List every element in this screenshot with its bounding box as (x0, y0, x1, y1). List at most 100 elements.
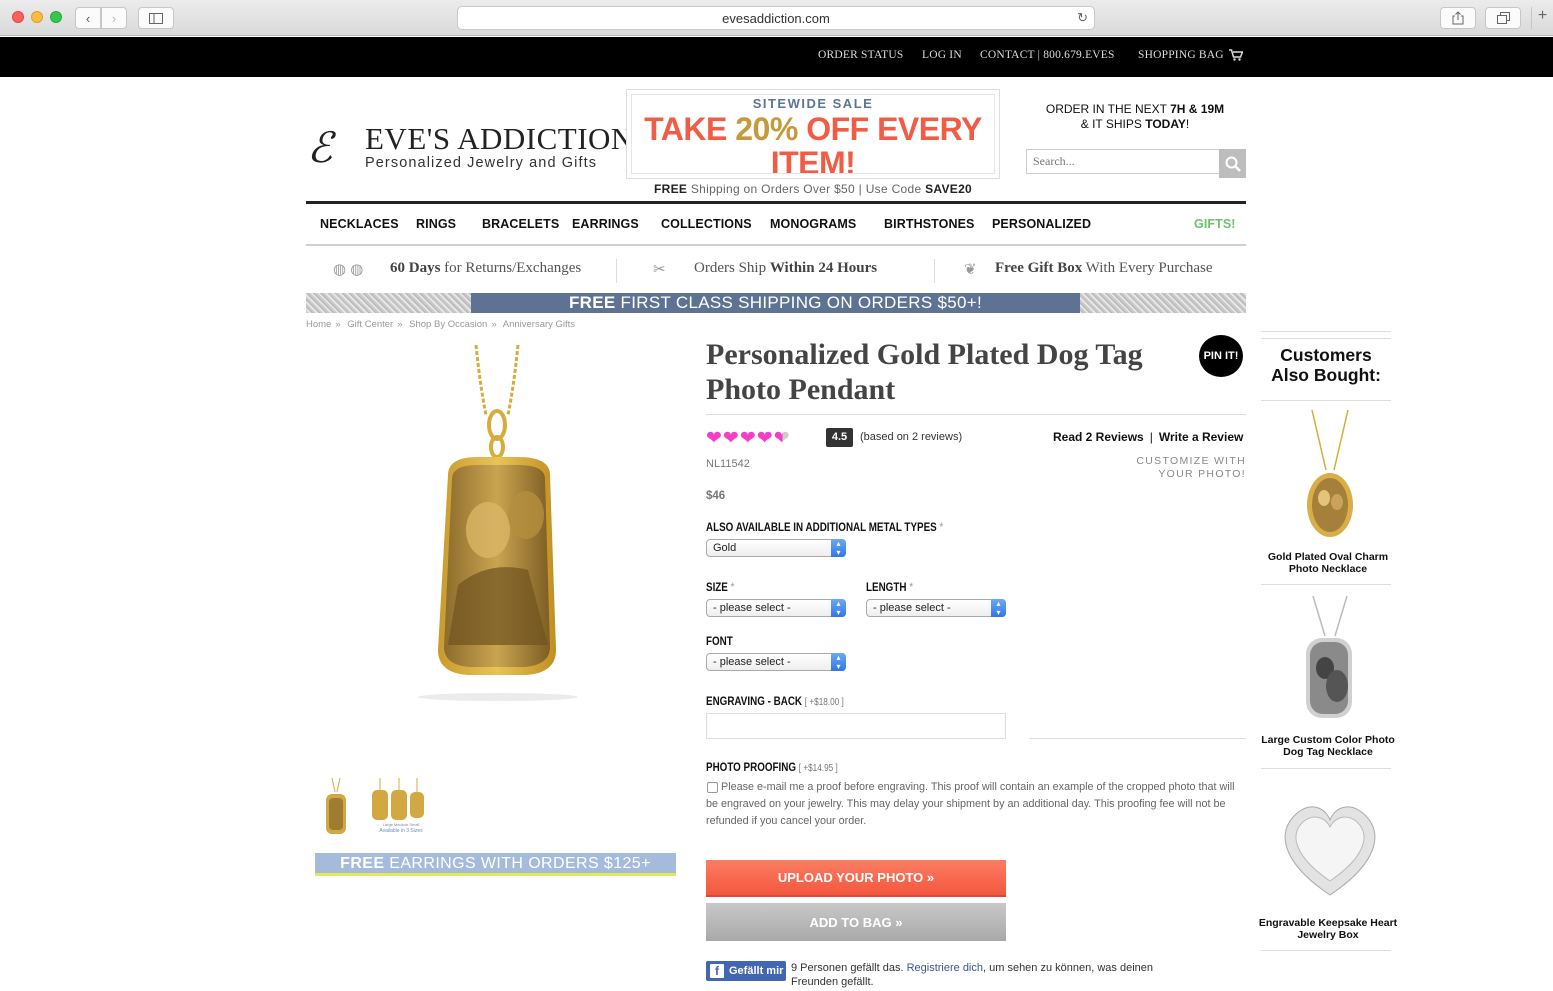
facebook-register-link[interactable]: Registriere dich (907, 962, 983, 974)
size-select[interactable]: - please select - ▴ ▾ (706, 599, 846, 617)
sidebar-item-name[interactable]: Engravable Keepsake Heart Jewelry Box (1258, 917, 1398, 941)
rating-value: 4.5 (826, 428, 853, 447)
contact-link[interactable]: CONTACT | 800.679.EVES (980, 49, 1115, 61)
free-earrings-banner[interactable]: FREE EARRINGS WITH ORDERS $125+ (315, 853, 676, 876)
tabs-overview-button[interactable] (1485, 7, 1521, 29)
facebook-like-text: 9 Personen gefällt das. Registriere dich… (791, 962, 1154, 988)
product-title: Personalized Gold Plated Dog Tag Photo P… (706, 338, 1143, 406)
engraving-label: ENGRAVING - BACK [ +$18.00 ] (706, 694, 844, 708)
order-status-link[interactable]: ORDER STATUS (818, 49, 904, 61)
metal-type-select[interactable]: Gold ▴ ▾ (706, 539, 846, 557)
close-window-button[interactable] (12, 11, 24, 23)
select-arrows-icon: ▴ ▾ (831, 539, 846, 557)
upload-photo-button[interactable]: UPLOAD YOUR PHOTO » (706, 860, 1006, 897)
heart-icon: ❤ (722, 428, 740, 449)
cart-icon[interactable] (1229, 49, 1243, 61)
length-select[interactable]: - please select - ▴ ▾ (866, 599, 1006, 617)
add-to-bag-button[interactable]: ADD TO BAG » (706, 903, 1006, 941)
engraving-back-input[interactable] (706, 713, 1006, 739)
nav-birthstones[interactable]: BIRTHSTONES (884, 217, 974, 231)
nav-monograms[interactable]: MONOGRAMS (770, 217, 856, 231)
reload-icon[interactable]: ↻ (1077, 10, 1088, 26)
metal-type-label: ALSO AVAILABLE IN ADDITIONAL METAL TYPES… (706, 520, 944, 534)
sidebar-item-image[interactable] (1295, 596, 1365, 721)
share-icon (1452, 11, 1464, 25)
breadcrumb-gift-center[interactable]: Gift Center (347, 319, 393, 330)
tabs-icon (1496, 12, 1510, 24)
pin-it-button[interactable]: PIN IT! (1199, 335, 1243, 377)
breadcrumb-anniversary-gifts[interactable]: Anniversary Gifts (503, 319, 575, 330)
nav-bracelets[interactable]: BRACELETS (482, 217, 559, 231)
free-shipping-banner[interactable]: FREE FIRST CLASS SHIPPING ON ORDERS $50+… (306, 293, 1246, 313)
forward-button[interactable]: › (101, 7, 127, 29)
heart-icon: ❤ (739, 428, 757, 449)
customers-also-bought-title: Customers Also Bought: (1271, 345, 1381, 385)
zoom-window-button[interactable] (50, 11, 62, 23)
customize-notice: CUSTOMIZE WITH YOUR PHOTO! (1136, 455, 1246, 480)
search-input[interactable]: Search... (1026, 149, 1220, 174)
share-button[interactable] (1440, 7, 1476, 29)
browser-toolbar: ‹ › evesaddiction.com ↻ + (0, 0, 1553, 36)
facebook-icon: f (710, 964, 724, 978)
shopping-bag-link[interactable]: SHOPPING BAG (1138, 49, 1224, 61)
sidebar-item-image[interactable] (1275, 795, 1385, 905)
review-links: Read 2 Reviews | Write a Review (1053, 430, 1244, 444)
sidebar-icon (149, 12, 163, 24)
address-bar[interactable]: evesaddiction.com ↻ (457, 6, 1095, 30)
sidebar-toggle-button[interactable] (138, 7, 174, 29)
thumbnail-sizes-caption: Large Medium Small (382, 822, 420, 827)
site-logo[interactable]: ℰ EVE'S ADDICTION Personalized Jewelry a… (307, 121, 633, 179)
back-button[interactable]: ‹ (75, 7, 101, 29)
sidebar-item-image[interactable] (1290, 410, 1370, 540)
heart-icon: ❤ (706, 428, 723, 449)
photo-proofing-text: Please e-mail me a proof before engravin… (706, 781, 1235, 827)
minimize-window-button[interactable] (31, 11, 43, 23)
log-in-link[interactable]: LOG IN (922, 49, 962, 61)
breadcrumb-shop-by-occasion[interactable]: Shop By Occasion (409, 319, 487, 330)
facebook-like-button[interactable]: f Gefällt mir (706, 961, 786, 981)
chevron-right-icon: › (111, 10, 117, 26)
heart-icon: ❤ (756, 428, 774, 449)
nav-collections[interactable]: COLLECTIONS (661, 217, 752, 231)
url-text: evesaddiction.com (722, 10, 830, 26)
write-review-link[interactable]: Write a Review (1159, 430, 1243, 444)
chevron-left-icon: ‹ (85, 10, 91, 26)
promo-subtext: FREE Shipping on Orders Over $50 | Use C… (653, 182, 973, 196)
half-heart-icon: ❤ (773, 428, 791, 449)
reviews-basis: (based on 2 reviews) (860, 431, 963, 443)
nav-earrings[interactable]: EARRINGS (572, 217, 639, 231)
read-reviews-link[interactable]: Read 2 Reviews (1053, 430, 1144, 444)
sidebar-item-name[interactable]: Gold Plated Oval Charm Photo Necklace (1258, 551, 1398, 575)
utility-bar: ORDER STATUS LOG IN CONTACT | 800.679.EV… (0, 37, 1553, 77)
product-price: $46 (706, 490, 726, 502)
diamonds-icon: ◍ ◍ (333, 261, 364, 278)
perks-bar: ◍ ◍ 60 Days for Returns/Exchanges ✂ Orde… (306, 251, 1246, 289)
perk-shipping[interactable]: Orders Ship Within 24 Hours (694, 260, 877, 277)
nav-rings[interactable]: RINGS (416, 217, 456, 231)
font-select[interactable]: - please select - ▴ ▾ (706, 653, 846, 671)
logo-monogram-icon: ℰ (307, 126, 333, 172)
ribbon-icon: ✂ (653, 261, 666, 278)
new-tab-button[interactable]: + (1531, 7, 1553, 29)
rating-hearts-icon: ❤❤❤❤❤ (706, 427, 791, 450)
sitewide-sale-banner[interactable]: SITEWIDE SALE TAKE 20% OFF EVERY ITEM! F… (626, 89, 1000, 196)
product-thumbnail-1[interactable] (322, 778, 350, 838)
select-arrows-icon: ▴ ▾ (831, 599, 846, 617)
product-sku: NL11542 (706, 458, 750, 470)
perk-gift-box[interactable]: Free Gift Box With Every Purchase (995, 260, 1213, 277)
breadcrumb: Home» Gift Center» Shop By Occasion» Ann… (306, 319, 576, 330)
logo-tagline: Personalized Jewelry and Gifts (365, 155, 598, 171)
breadcrumb-home[interactable]: Home (306, 319, 331, 330)
product-main-image[interactable] (408, 345, 588, 705)
length-label: LENGTH * (866, 580, 914, 594)
nav-personalized[interactable]: PERSONALIZED (992, 217, 1091, 231)
nav-necklaces[interactable]: NECKLACES (320, 217, 399, 231)
perk-returns[interactable]: 60 Days for Returns/Exchanges (390, 260, 581, 277)
free-shipping-text: FREE FIRST CLASS SHIPPING ON ORDERS $50+… (471, 293, 1080, 313)
sidebar-item-name[interactable]: Large Custom Color Photo Dog Tag Necklac… (1258, 734, 1398, 758)
main-nav: NECKLACES RINGS BRACELETS EARRINGS COLLE… (306, 201, 1246, 246)
order-cutoff-notice: ORDER IN THE NEXT 7H & 19M & IT SHIPS TO… (1045, 102, 1225, 131)
search-button[interactable] (1219, 149, 1246, 178)
nav-gifts[interactable]: GIFTS! (1194, 217, 1236, 231)
thumbnail-caption: Available in 3 Sizes (379, 828, 423, 834)
